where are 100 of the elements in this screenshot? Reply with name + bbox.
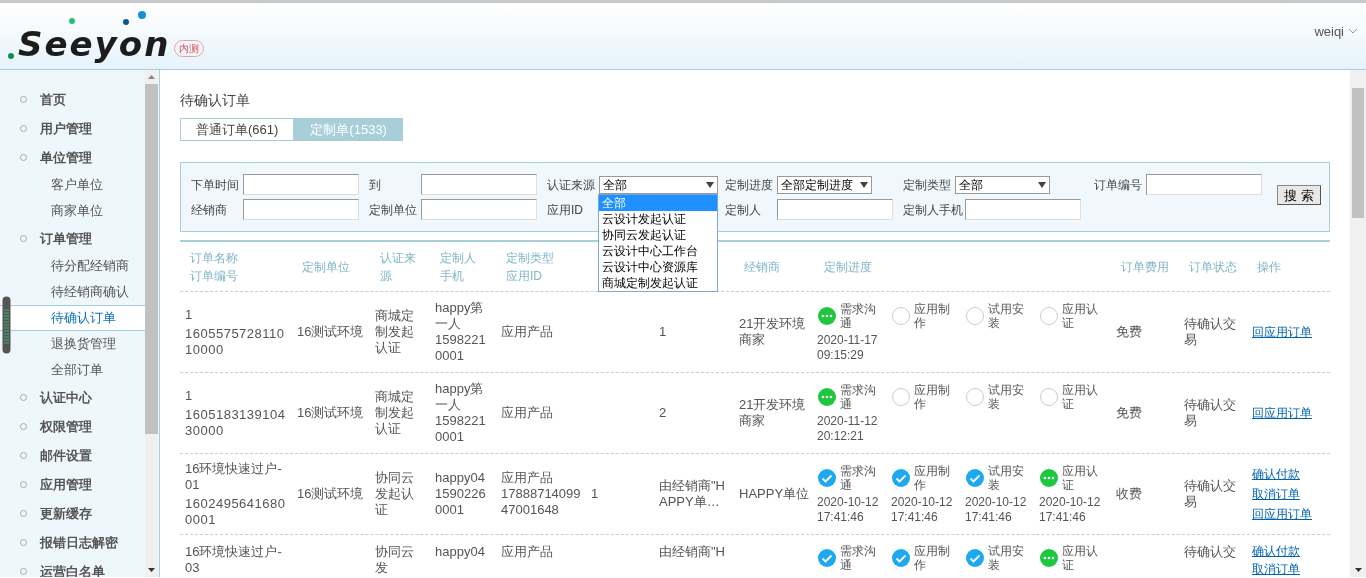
column-header: 定制进度 bbox=[824, 258, 873, 276]
text-field[interactable] bbox=[243, 199, 359, 220]
dropdown-option[interactable]: 云设计中心工作台 bbox=[599, 243, 717, 259]
table-cell-text: 由经销商"H bbox=[659, 544, 726, 560]
table-cell-text: 应用产品 bbox=[501, 324, 554, 340]
dots-icon bbox=[1039, 467, 1059, 488]
filter-label: 订单编号 bbox=[1094, 176, 1143, 194]
chevron-down-icon[interactable] bbox=[1348, 28, 1358, 35]
action-link[interactable]: 取消订单 bbox=[1252, 486, 1320, 502]
sidebar-item[interactable]: 应用管理 bbox=[40, 474, 92, 495]
step-label: 应用制作 bbox=[914, 382, 951, 411]
table-cell-text: 待确认交易 bbox=[1184, 478, 1237, 510]
search-button[interactable]: 搜 索 bbox=[1277, 185, 1321, 205]
column-header: 定制人手机 bbox=[440, 249, 477, 285]
sidebar-item[interactable]: 单位管理 bbox=[40, 147, 92, 168]
column-header: 订单名称订单编号 bbox=[190, 249, 239, 285]
dropdown-arrow-icon[interactable] bbox=[706, 181, 714, 188]
table-cell-text: 待确认交 bbox=[1184, 544, 1237, 560]
sidebar-item[interactable]: 权限管理 bbox=[40, 416, 92, 437]
action-link[interactable]: 取消订单 bbox=[1252, 562, 1320, 577]
sidebar-item[interactable]: 待分配经销商 bbox=[0, 253, 145, 279]
action-link[interactable]: 回应用订单 bbox=[1252, 506, 1320, 522]
filter-label: 应用ID bbox=[547, 201, 584, 219]
filter-label: 定制人手机 bbox=[903, 201, 963, 219]
text-field[interactable] bbox=[243, 174, 359, 195]
sidebar-item[interactable]: 报错日志解密 bbox=[40, 532, 118, 553]
filter-label: 定制进度 bbox=[725, 176, 774, 194]
action-link[interactable]: 确认付款 bbox=[1252, 466, 1320, 482]
check-icon bbox=[817, 548, 837, 568]
select-field[interactable]: 全部 bbox=[955, 175, 1050, 194]
dropdown-option[interactable]: 协同云发起认证 bbox=[599, 227, 717, 243]
dropdown-arrow-icon[interactable] bbox=[860, 181, 868, 188]
filter-label: 下单时间 bbox=[191, 176, 240, 194]
phone-number: 15982210001 bbox=[435, 413, 487, 445]
text-field[interactable] bbox=[421, 199, 537, 220]
table-cell-text: 应用产品 bbox=[501, 470, 554, 486]
sidebar-item[interactable]: 待经销商确认 bbox=[0, 279, 145, 305]
table-cell-text: 应用产品 bbox=[501, 544, 554, 560]
dropdown-option[interactable]: 商城定制发起认证 bbox=[599, 275, 717, 291]
dropdown-option[interactable]: 云设计中心资源库 bbox=[599, 259, 717, 275]
action-link[interactable]: 确认付款 bbox=[1252, 544, 1320, 559]
step-date: 2020-10-12 17:41:46 bbox=[1039, 494, 1102, 525]
column-header: 操作 bbox=[1257, 258, 1282, 276]
empty-circle-icon bbox=[965, 305, 985, 326]
sidebar-scrollbar[interactable] bbox=[145, 70, 158, 577]
sidebar-item[interactable]: 待确认订单 bbox=[0, 305, 145, 331]
text-field[interactable] bbox=[421, 174, 537, 195]
table-cell-text: 免费 bbox=[1116, 405, 1143, 421]
sidebar-item[interactable]: 认证中心 bbox=[40, 387, 92, 408]
check-icon bbox=[891, 548, 911, 568]
logo-dots-icon bbox=[68, 11, 147, 27]
scrollbar-thumb[interactable] bbox=[145, 84, 158, 434]
order-name: 16环境快速过户-01 bbox=[185, 460, 283, 493]
dropdown-arrow-icon[interactable] bbox=[1038, 181, 1046, 188]
sidebar-item[interactable]: 订单管理 bbox=[40, 228, 92, 249]
filter-label: 认证来源 bbox=[547, 176, 596, 194]
sidebar-item[interactable]: 退换货管理 bbox=[0, 331, 145, 357]
sidebar-item[interactable]: 运营白名单 bbox=[40, 561, 105, 577]
table-cell-text: 21开发环境商家 bbox=[739, 397, 807, 429]
user-name[interactable]: weiqi bbox=[1314, 21, 1344, 41]
check-icon bbox=[965, 548, 985, 568]
sidebar-item[interactable]: 全部订单 bbox=[0, 357, 145, 383]
app-id: 1788871409947001648 bbox=[501, 486, 582, 518]
order-name: 16环境快速过户-03 bbox=[185, 544, 283, 576]
scrollbar-thumb[interactable] bbox=[1352, 88, 1364, 218]
table-cell-text: 商城定制发起认证 bbox=[375, 389, 415, 437]
sidebar-item[interactable]: 客户单位 bbox=[0, 172, 145, 198]
splitter-handle-icon[interactable] bbox=[2, 296, 11, 354]
page-scrollbar[interactable] bbox=[1350, 70, 1366, 577]
filter-label: 定制人 bbox=[725, 201, 762, 219]
table-cell: HAPPY单位 bbox=[739, 486, 810, 502]
tab[interactable]: 普通订单(661) bbox=[180, 118, 295, 141]
sidebar-item[interactable]: 邮件设置 bbox=[40, 445, 92, 466]
column-header: 定制单位 bbox=[302, 258, 351, 276]
select-field[interactable]: 全部 bbox=[599, 175, 718, 194]
filter-label: 到 bbox=[369, 176, 382, 194]
dropdown-option[interactable]: 云设计发起认证 bbox=[599, 211, 717, 227]
sidebar-item[interactable]: 更新缓存 bbox=[40, 503, 92, 524]
filter-label: 定制单位 bbox=[369, 201, 418, 219]
column-header: 订单费用 bbox=[1121, 258, 1170, 276]
step-label: 应用认证 bbox=[1062, 463, 1099, 492]
order-number: 160518313910430000 bbox=[185, 406, 287, 439]
table-cell-text: 商城定制发起认证 bbox=[375, 308, 415, 356]
check-icon bbox=[965, 467, 985, 488]
text-field[interactable] bbox=[965, 199, 1081, 220]
select-field[interactable]: 全部定制进度 bbox=[777, 175, 872, 194]
table-cell-text: 待确认交易 bbox=[1184, 316, 1237, 348]
logo-dot-icon bbox=[8, 53, 14, 59]
sidebar-item[interactable]: 首页 bbox=[40, 89, 66, 110]
empty-circle-icon bbox=[1039, 305, 1059, 326]
sidebar-item[interactable]: 用户管理 bbox=[40, 118, 92, 139]
text-field[interactable] bbox=[777, 199, 893, 220]
creator-name: happy第一人 bbox=[435, 300, 485, 332]
empty-circle-icon bbox=[891, 305, 911, 326]
action-link[interactable]: 回应用订单 bbox=[1252, 324, 1320, 340]
action-link[interactable]: 回应用订单 bbox=[1252, 405, 1320, 421]
phone-number: 15982210001 bbox=[435, 332, 487, 364]
dots-icon bbox=[817, 305, 837, 326]
sidebar-item[interactable]: 商家单位 bbox=[0, 198, 145, 224]
text-field[interactable] bbox=[1146, 174, 1262, 195]
